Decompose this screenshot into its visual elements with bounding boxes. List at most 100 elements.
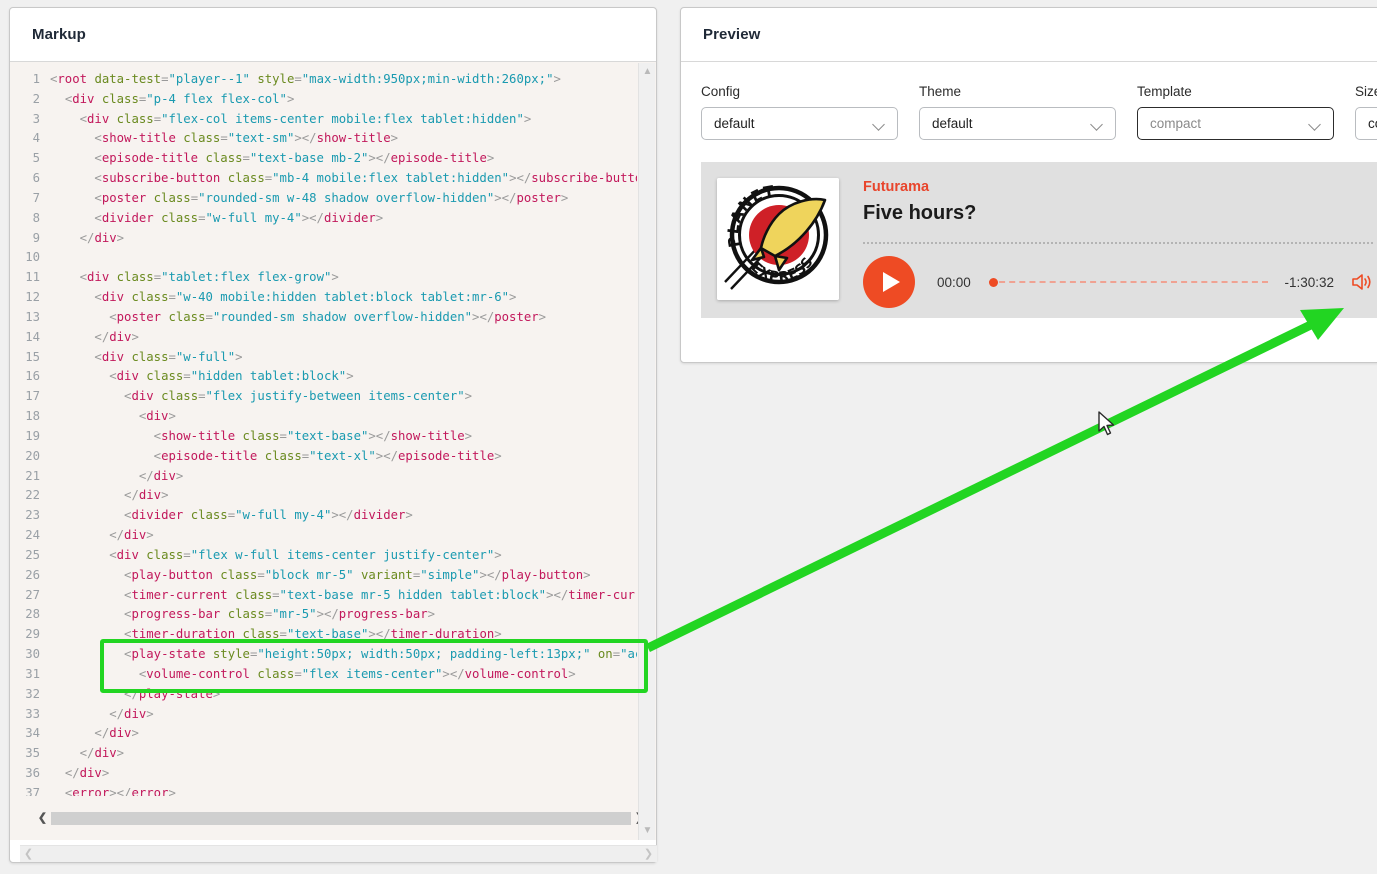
select-value-theme: default xyxy=(932,116,973,131)
line-number: 26 xyxy=(25,567,40,582)
code-editor[interactable]: 1 <root data-test="player--1" style="max-… xyxy=(10,62,656,840)
line-number: 10 xyxy=(25,250,40,265)
panel-scroll-left-icon[interactable]: ❮ xyxy=(20,846,37,863)
code-line: 15 <div class="w-full"> xyxy=(10,348,637,368)
chevron-down-icon[interactable] xyxy=(873,118,885,130)
code-line: 2 <div class="p-4 flex flex-col"> xyxy=(10,90,637,110)
line-number: 22 xyxy=(25,488,40,503)
volume-control[interactable] xyxy=(1351,272,1373,292)
progress-knob[interactable] xyxy=(988,278,998,287)
panel-horizontal-scrollbar[interactable]: ❮ ❯ xyxy=(20,845,657,862)
code-line: 20 <episode-title class="text-xl"></epis… xyxy=(10,447,637,467)
chevron-down-icon[interactable] xyxy=(1309,118,1321,130)
volume-high-icon xyxy=(1352,274,1371,290)
code-line: 18 <div> xyxy=(10,407,637,427)
preview-panel-title: Preview xyxy=(703,26,761,43)
line-number: 11 xyxy=(25,270,40,285)
line-number: 27 xyxy=(25,587,40,602)
code-line: 30 <play-state style="height:50px; width… xyxy=(10,645,637,665)
progress-track xyxy=(988,281,1269,283)
code-line: 3 <div class="flex-col items-center mobi… xyxy=(10,110,637,130)
player-details: Futurama Five hours? 00:00 -1:30:32 xyxy=(839,178,1373,308)
markup-panel-title: Markup xyxy=(32,26,86,43)
select-size[interactable]: compact xyxy=(1355,107,1377,140)
line-number: 30 xyxy=(25,647,40,662)
code-horizontal-scrollbar[interactable]: ❮ ❯ xyxy=(34,810,648,827)
line-number: 25 xyxy=(25,547,40,562)
chevron-up-icon[interactable]: ▲ xyxy=(639,65,656,79)
select-template[interactable]: compact xyxy=(1137,107,1334,140)
episode-title: Five hours? xyxy=(863,202,977,224)
line-number: 5 xyxy=(32,151,40,166)
line-number: 34 xyxy=(25,726,40,741)
code-line: 35 </div> xyxy=(10,744,637,764)
show-title: Futurama xyxy=(863,179,930,195)
code-line: 14 </div> xyxy=(10,328,637,348)
code-line: 16 <div class="hidden tablet:block"> xyxy=(10,367,637,387)
chevron-down-icon[interactable]: ▼ xyxy=(639,824,656,838)
code-line: 9 </div> xyxy=(10,229,637,249)
code-line: 10 xyxy=(10,248,637,268)
code-lines: 1 <root data-test="player--1" style="max-… xyxy=(10,62,637,796)
code-vertical-scrollbar[interactable]: ▲ ▼ xyxy=(638,63,655,840)
select-theme[interactable]: default xyxy=(919,107,1116,140)
code-line: 33 </div> xyxy=(10,705,637,725)
control-label-template: Template xyxy=(1137,84,1192,99)
line-number: 35 xyxy=(25,746,40,761)
line-number: 31 xyxy=(25,666,40,681)
code-line: 24 </div> xyxy=(10,526,637,546)
preview-panel: Preview Config default Theme default Templat… xyxy=(680,7,1377,363)
line-number: 19 xyxy=(25,428,40,443)
select-value-template: compact xyxy=(1150,116,1202,131)
code-line: 25 <div class="flex w-full items-center … xyxy=(10,546,637,566)
preview-controls-row: Config default Theme default Template compact… xyxy=(701,84,1377,140)
line-number: 32 xyxy=(25,686,40,701)
code-line: 23 <divider class="w-full my-4"></divide… xyxy=(10,506,637,526)
control-size: Size compact xyxy=(1355,84,1377,140)
line-number: 15 xyxy=(25,349,40,364)
timer-current: 00:00 xyxy=(937,274,971,290)
code-line: 17 <div class="flex justify-between item… xyxy=(10,387,637,407)
code-line: 19 <show-title class="text-base"></show-… xyxy=(10,427,637,447)
code-line: 8 <divider class="w-full my-4"></divider… xyxy=(10,209,637,229)
line-number: 23 xyxy=(25,508,40,523)
line-number: 24 xyxy=(25,528,40,543)
control-label-config: Config xyxy=(701,84,741,99)
markup-panel-header: Markup xyxy=(10,8,656,62)
scroll-left-icon[interactable]: ❮ xyxy=(34,810,51,827)
code-scroll-viewport: 1 <root data-test="player--1" style="max-… xyxy=(10,62,637,796)
line-number: 8 xyxy=(32,210,40,225)
control-label-size: Size xyxy=(1355,84,1377,99)
line-number: 18 xyxy=(25,409,40,424)
preview-body: Config default Theme default Template compact… xyxy=(681,62,1377,318)
line-number: 14 xyxy=(25,329,40,344)
progress-bar[interactable] xyxy=(988,275,1269,289)
line-number: 16 xyxy=(25,369,40,384)
scroll-thumb[interactable] xyxy=(51,812,631,825)
code-line: 7 <poster class="rounded-sm w-48 shadow … xyxy=(10,189,637,209)
line-number: 33 xyxy=(25,706,40,721)
code-line: 37 <error></error> xyxy=(10,784,637,796)
code-line: 13 <poster class="rounded-sm shadow over… xyxy=(10,308,637,328)
panel-scroll-right-icon[interactable]: ❯ xyxy=(640,846,657,863)
line-number: 20 xyxy=(25,448,40,463)
control-template: Template compact xyxy=(1137,84,1334,140)
line-number: 21 xyxy=(25,468,40,483)
code-line: 32 </play-state> xyxy=(10,685,637,705)
line-number: 36 xyxy=(25,765,40,780)
select-config[interactable]: default xyxy=(701,107,898,140)
select-value-config: default xyxy=(714,116,755,131)
line-number: 12 xyxy=(25,290,40,305)
code-line: 36 </div> xyxy=(10,764,637,784)
line-number: 3 xyxy=(32,111,40,126)
control-label-theme: Theme xyxy=(919,84,962,99)
audio-player-widget: PLANET EXPRESS Futurama Five hours? 00:0… xyxy=(701,162,1377,318)
code-line: 12 <div class="w-40 mobile:hidden tablet… xyxy=(10,288,637,308)
player-divider xyxy=(863,242,1373,244)
select-value-size: compact xyxy=(1368,116,1377,131)
chevron-down-icon[interactable] xyxy=(1091,118,1103,130)
code-line: 11 <div class="tablet:flex flex-grow"> xyxy=(10,268,637,288)
line-number: 9 xyxy=(32,230,40,245)
code-line: 4 <show-title class="text-sm"></show-tit… xyxy=(10,129,637,149)
play-button[interactable] xyxy=(863,256,915,308)
